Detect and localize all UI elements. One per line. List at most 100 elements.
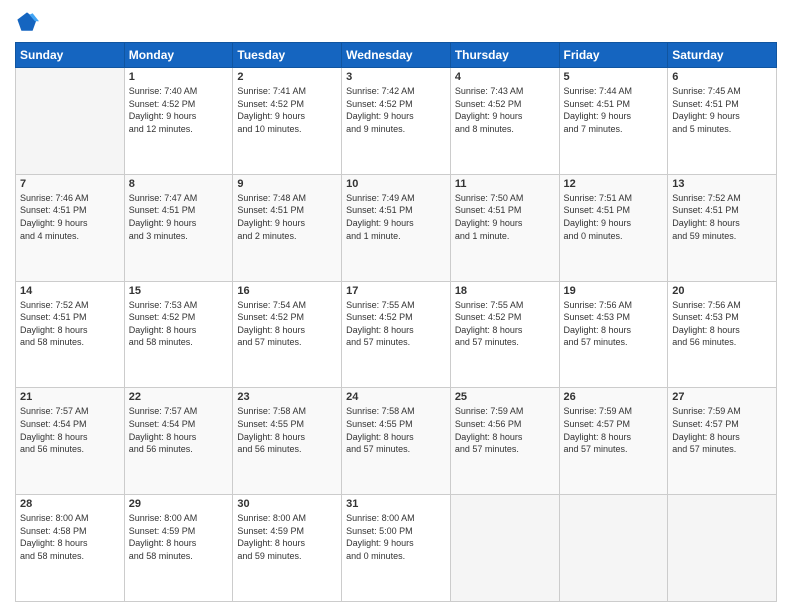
calendar-cell: 24 Sunrise: 7:58 AM Sunset: 4:55 PM Dayli… [342,388,451,495]
calendar-cell: 4 Sunrise: 7:43 AM Sunset: 4:52 PM Daylig… [450,68,559,175]
day-number: 29 [129,498,229,510]
cell-content: Sunrise: 7:40 AM Sunset: 4:52 PM Dayligh… [129,85,229,135]
calendar-cell: 17 Sunrise: 7:55 AM Sunset: 4:52 PM Dayli… [342,281,451,388]
day-number: 27 [672,391,772,403]
day-number: 1 [129,71,229,83]
day-number: 3 [346,71,446,83]
cell-content: Sunrise: 7:56 AM Sunset: 4:53 PM Dayligh… [672,299,772,349]
week-row-4: 28 Sunrise: 8:00 AM Sunset: 4:58 PM Dayli… [16,495,777,602]
cell-content: Sunrise: 7:43 AM Sunset: 4:52 PM Dayligh… [455,85,555,135]
day-number: 10 [346,178,446,190]
cell-content: Sunrise: 7:57 AM Sunset: 4:54 PM Dayligh… [20,405,120,455]
header-cell-wednesday: Wednesday [342,43,451,68]
calendar-cell: 15 Sunrise: 7:53 AM Sunset: 4:52 PM Dayli… [124,281,233,388]
week-row-1: 7 Sunrise: 7:46 AM Sunset: 4:51 PM Daylig… [16,174,777,281]
calendar-cell: 22Sunrise: 7:57 AM Sunset: 4:54 PM Dayli… [124,388,233,495]
calendar-cell: 10Sunrise: 7:49 AM Sunset: 4:51 PM Dayli… [342,174,451,281]
day-number: 16 [237,285,337,297]
cell-content: Sunrise: 8:00 AM Sunset: 4:59 PM Dayligh… [237,512,337,562]
calendar-table: SundayMondayTuesdayWednesdayThursdayFrid… [15,42,777,602]
cell-content: Sunrise: 8:00 AM Sunset: 5:00 PM Dayligh… [346,512,446,562]
cell-content: Sunrise: 7:45 AM Sunset: 4:51 PM Dayligh… [672,85,772,135]
cell-content: Sunrise: 8:00 AM Sunset: 4:58 PM Dayligh… [20,512,120,562]
cell-content: Sunrise: 7:46 AM Sunset: 4:51 PM Dayligh… [20,192,120,242]
calendar-cell: 2 Sunrise: 7:41 AM Sunset: 4:52 PM Daylig… [233,68,342,175]
calendar-cell: 11 Sunrise: 7:50 AM Sunset: 4:51 PM Dayli… [450,174,559,281]
day-number: 14 [20,285,120,297]
cell-content: Sunrise: 7:58 AM Sunset: 4:55 PM Dayligh… [346,405,446,455]
calendar-cell: 25Sunrise: 7:59 AM Sunset: 4:56 PM Dayli… [450,388,559,495]
cell-content: Sunrise: 7:50 AM Sunset: 4:51 PM Dayligh… [455,192,555,242]
header-cell-saturday: Saturday [668,43,777,68]
calendar-cell [450,495,559,602]
cell-content: Sunrise: 7:52 AM Sunset: 4:51 PM Dayligh… [672,192,772,242]
calendar-cell: 20 Sunrise: 7:56 AM Sunset: 4:53 PM Dayli… [668,281,777,388]
day-number: 20 [672,285,772,297]
day-number: 18 [455,285,555,297]
day-number: 21 [20,391,120,403]
calendar-cell: 7 Sunrise: 7:46 AM Sunset: 4:51 PM Daylig… [16,174,125,281]
day-number: 11 [455,178,555,190]
day-number: 7 [20,178,120,190]
day-number: 24 [346,391,446,403]
calendar-cell: 13 Sunrise: 7:52 AM Sunset: 4:51 PM Dayli… [668,174,777,281]
calendar-cell: 5Sunrise: 7:44 AM Sunset: 4:51 PM Daylig… [559,68,668,175]
calendar-cell: 28 Sunrise: 8:00 AM Sunset: 4:58 PM Dayli… [16,495,125,602]
calendar-cell: 29Sunrise: 8:00 AM Sunset: 4:59 PM Dayli… [124,495,233,602]
header-cell-thursday: Thursday [450,43,559,68]
cell-content: Sunrise: 7:58 AM Sunset: 4:55 PM Dayligh… [237,405,337,455]
cell-content: Sunrise: 7:42 AM Sunset: 4:52 PM Dayligh… [346,85,446,135]
week-row-2: 14 Sunrise: 7:52 AM Sunset: 4:51 PM Dayli… [16,281,777,388]
day-number: 19 [564,285,664,297]
day-number: 12 [564,178,664,190]
day-number: 2 [237,71,337,83]
day-number: 30 [237,498,337,510]
header-row: SundayMondayTuesdayWednesdayThursdayFrid… [16,43,777,68]
cell-content: Sunrise: 7:48 AM Sunset: 4:51 PM Dayligh… [237,192,337,242]
header [15,10,777,34]
cell-content: Sunrise: 7:59 AM Sunset: 4:57 PM Dayligh… [672,405,772,455]
day-number: 8 [129,178,229,190]
calendar-cell: 6 Sunrise: 7:45 AM Sunset: 4:51 PM Daylig… [668,68,777,175]
logo-icon [15,10,39,34]
day-number: 23 [237,391,337,403]
calendar-cell [16,68,125,175]
calendar-cell [668,495,777,602]
calendar-cell: 9 Sunrise: 7:48 AM Sunset: 4:51 PM Daylig… [233,174,342,281]
cell-content: Sunrise: 7:55 AM Sunset: 4:52 PM Dayligh… [455,299,555,349]
calendar-cell: 16 Sunrise: 7:54 AM Sunset: 4:52 PM Dayli… [233,281,342,388]
calendar-cell: 12 Sunrise: 7:51 AM Sunset: 4:51 PM Dayli… [559,174,668,281]
cell-content: Sunrise: 7:59 AM Sunset: 4:57 PM Dayligh… [564,405,664,455]
day-number: 17 [346,285,446,297]
calendar-cell: 27 Sunrise: 7:59 AM Sunset: 4:57 PM Dayli… [668,388,777,495]
calendar-cell: 19 Sunrise: 7:56 AM Sunset: 4:53 PM Dayli… [559,281,668,388]
cell-content: Sunrise: 7:56 AM Sunset: 4:53 PM Dayligh… [564,299,664,349]
header-cell-friday: Friday [559,43,668,68]
cell-content: Sunrise: 7:51 AM Sunset: 4:51 PM Dayligh… [564,192,664,242]
calendar-cell: 30 Sunrise: 8:00 AM Sunset: 4:59 PM Dayli… [233,495,342,602]
cell-content: Sunrise: 7:52 AM Sunset: 4:51 PM Dayligh… [20,299,120,349]
calendar-cell: 21 Sunrise: 7:57 AM Sunset: 4:54 PM Dayli… [16,388,125,495]
calendar-cell [559,495,668,602]
header-cell-sunday: Sunday [16,43,125,68]
week-row-3: 21 Sunrise: 7:57 AM Sunset: 4:54 PM Dayli… [16,388,777,495]
day-number: 9 [237,178,337,190]
day-number: 13 [672,178,772,190]
cell-content: Sunrise: 7:59 AM Sunset: 4:56 PM Dayligh… [455,405,555,455]
day-number: 15 [129,285,229,297]
page: SundayMondayTuesdayWednesdayThursdayFrid… [0,0,792,612]
cell-content: Sunrise: 7:53 AM Sunset: 4:52 PM Dayligh… [129,299,229,349]
calendar-cell: 1 Sunrise: 7:40 AM Sunset: 4:52 PM Daylig… [124,68,233,175]
cell-content: Sunrise: 7:55 AM Sunset: 4:52 PM Dayligh… [346,299,446,349]
calendar-cell: 31Sunrise: 8:00 AM Sunset: 5:00 PM Dayli… [342,495,451,602]
calendar-header: SundayMondayTuesdayWednesdayThursdayFrid… [16,43,777,68]
cell-content: Sunrise: 7:54 AM Sunset: 4:52 PM Dayligh… [237,299,337,349]
day-number: 4 [455,71,555,83]
week-row-0: 1 Sunrise: 7:40 AM Sunset: 4:52 PM Daylig… [16,68,777,175]
cell-content: Sunrise: 7:41 AM Sunset: 4:52 PM Dayligh… [237,85,337,135]
calendar-cell: 3 Sunrise: 7:42 AM Sunset: 4:52 PM Daylig… [342,68,451,175]
calendar-cell: 14 Sunrise: 7:52 AM Sunset: 4:51 PM Dayli… [16,281,125,388]
day-number: 28 [20,498,120,510]
cell-content: Sunrise: 7:57 AM Sunset: 4:54 PM Dayligh… [129,405,229,455]
day-number: 6 [672,71,772,83]
